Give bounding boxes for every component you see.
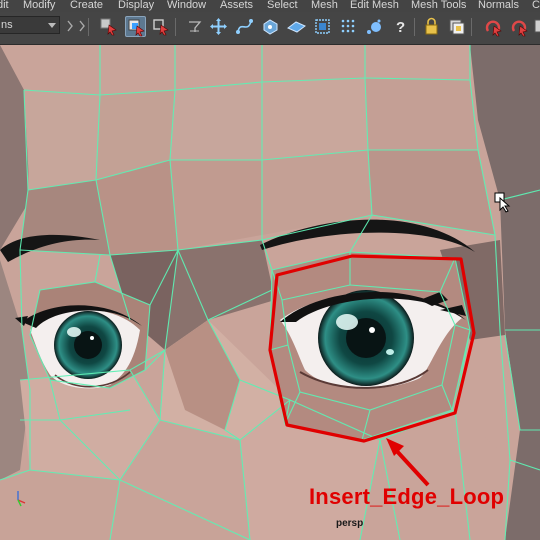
snap-to-point-icon[interactable]	[260, 16, 281, 37]
help-icon[interactable]: ?	[390, 16, 411, 37]
menu-window[interactable]: Window	[167, 0, 206, 12]
menu-set-value: ns	[1, 19, 13, 31]
menu-edit-mesh[interactable]: Edit Mesh	[350, 0, 399, 12]
soft-select-icon[interactable]	[364, 16, 385, 37]
snap-to-view-plane-icon[interactable]	[286, 16, 307, 37]
menu-more[interactable]: C	[532, 0, 540, 12]
face-mesh-render	[0, 45, 540, 540]
chevron-down-icon	[48, 23, 56, 28]
menu-normals[interactable]: Normals	[478, 0, 519, 12]
snap-to-grid-icon[interactable]	[338, 16, 359, 37]
menu-assets[interactable]: Assets	[220, 0, 253, 12]
menu-display[interactable]: Display	[118, 0, 154, 12]
make-live-icon[interactable]	[312, 16, 333, 37]
select-component-icon[interactable]	[150, 16, 171, 37]
annotation-label: Insert_Edge_Loop	[309, 484, 505, 509]
menu-mesh-tools[interactable]: Mesh Tools	[411, 0, 466, 12]
menu-create[interactable]: Create	[70, 0, 103, 12]
lock-icon[interactable]	[421, 16, 442, 37]
move-tool-icon[interactable]	[208, 16, 229, 37]
main-menu-bar: dit Modify Create Display Window Assets …	[0, 0, 540, 12]
select-hierarchy-icon[interactable]	[98, 16, 119, 37]
camera-name-label: persp	[336, 518, 364, 529]
select-object-icon[interactable]	[125, 16, 146, 37]
menu-select[interactable]: Select	[267, 0, 298, 12]
collapse-icon[interactable]	[74, 16, 95, 37]
menu-set-dropdown[interactable]: ns	[0, 16, 60, 34]
render-frame-icon[interactable]	[483, 16, 504, 37]
render-settings-icon[interactable]	[533, 16, 540, 37]
perspective-viewport[interactable]: persp Insert_Edge_Loop	[0, 45, 540, 540]
status-line-toolbar: ns ?	[0, 12, 540, 45]
svg-text:?: ?	[396, 19, 405, 36]
menu-mesh[interactable]: Mesh	[311, 0, 338, 12]
menu-modify[interactable]: Modify	[23, 0, 55, 12]
filter-icon[interactable]	[184, 16, 205, 37]
snap-to-curve-icon[interactable]	[234, 16, 255, 37]
history-icon[interactable]	[447, 16, 468, 37]
menu-edit[interactable]: dit	[0, 0, 9, 12]
ipr-render-icon[interactable]	[509, 16, 530, 37]
